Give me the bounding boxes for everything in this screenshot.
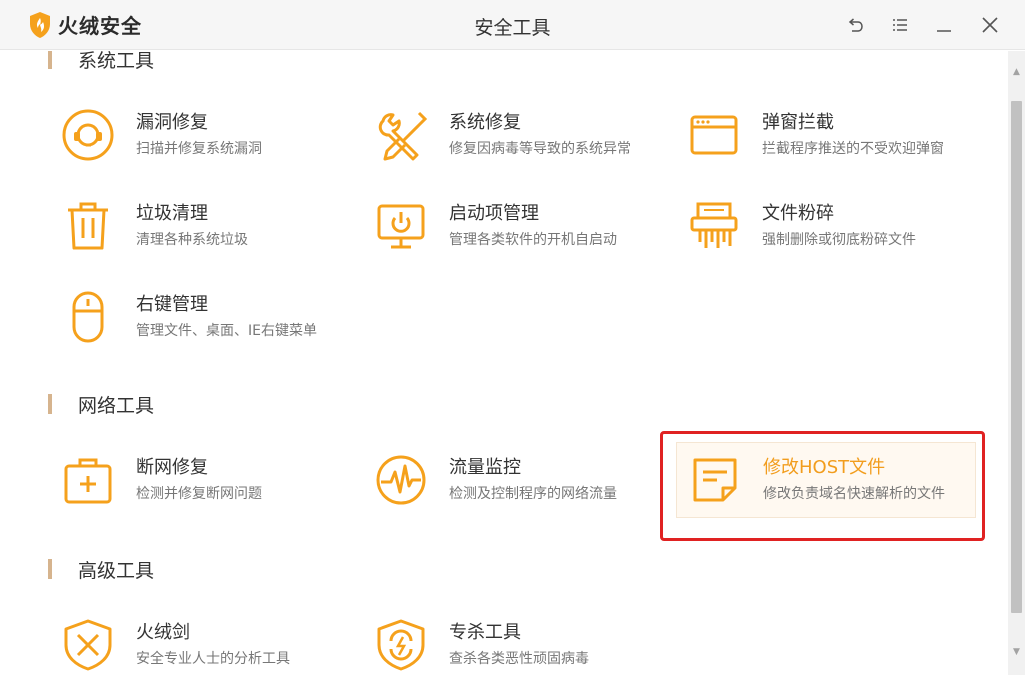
scroll-up-button[interactable]: ▲ xyxy=(1008,63,1025,80)
tool-virus-killer[interactable]: 专杀工具 查杀各类恶性顽固病毒 xyxy=(363,607,663,675)
tool-desc: 清理各种系统垃圾 xyxy=(136,232,248,248)
monitor-power-icon xyxy=(377,204,425,249)
popup-window-icon xyxy=(690,115,738,155)
tool-system-repair[interactable]: 系统修复 修复因病毒等导致的系统异常 xyxy=(363,97,663,173)
tool-name: 修改HOST文件 xyxy=(763,457,886,478)
tool-name: 垃圾清理 xyxy=(136,203,208,224)
minimize-button[interactable] xyxy=(931,12,957,38)
tool-desc: 管理文件、桌面、IE右键菜单 xyxy=(136,323,317,339)
section-advanced-tools: 高级工具 xyxy=(48,558,155,582)
tool-name: 弹窗拦截 xyxy=(762,112,834,133)
virus-shield-icon xyxy=(377,619,425,671)
tool-desc: 检测及控制程序的网络流量 xyxy=(449,486,617,502)
shredder-icon xyxy=(690,202,738,248)
tool-name: 文件粉碎 xyxy=(762,203,834,224)
tool-name: 火绒剑 xyxy=(136,622,190,643)
scroll-down-button[interactable]: ▼ xyxy=(1008,643,1025,660)
minimize-icon xyxy=(937,30,951,32)
tool-startup-manager[interactable]: 启动项管理 管理各类软件的开机自启动 xyxy=(363,188,663,264)
section-system-tools: 系统工具 xyxy=(48,51,155,72)
trash-icon xyxy=(68,202,108,250)
tool-vulnerability-repair[interactable]: 漏洞修复 扫描并修复系统漏洞 xyxy=(50,97,350,173)
menu-icon xyxy=(893,19,907,31)
tool-desc: 强制删除或彻底粉碎文件 xyxy=(762,232,916,248)
tool-desc: 管理各类软件的开机自启动 xyxy=(449,232,617,248)
crossed-swords-shield-icon xyxy=(64,619,112,671)
mouse-icon xyxy=(72,291,104,343)
tool-network-repair[interactable]: 断网修复 检测并修复断网问题 xyxy=(50,442,350,518)
tool-desc: 修改负责域名快速解析的文件 xyxy=(763,486,945,502)
tool-name: 流量监控 xyxy=(449,457,521,478)
tool-desc: 修复因病毒等导致的系统异常 xyxy=(449,141,631,157)
tool-name: 右键管理 xyxy=(136,294,208,315)
tool-name: 漏洞修复 xyxy=(136,112,208,133)
tool-desc: 检测并修复断网问题 xyxy=(136,486,262,502)
section-marker xyxy=(48,51,52,69)
section-marker xyxy=(48,559,52,579)
tool-desc: 查杀各类恶性顽固病毒 xyxy=(449,651,589,667)
close-icon xyxy=(982,17,998,33)
section-title: 网络工具 xyxy=(78,394,155,417)
host-file-icon xyxy=(693,458,737,502)
tool-name: 系统修复 xyxy=(449,112,521,133)
section-title: 高级工具 xyxy=(78,559,155,582)
tool-huorong-sword[interactable]: 火绒剑 安全专业人士的分析工具 xyxy=(50,607,350,675)
window-title: 安全工具 xyxy=(474,17,551,39)
tool-desc: 安全专业人士的分析工具 xyxy=(136,651,290,667)
tool-traffic-monitor[interactable]: 流量监控 检测及控制程序的网络流量 xyxy=(363,442,663,518)
tool-popup-block[interactable]: 弹窗拦截 拦截程序推送的不受欢迎弹窗 xyxy=(676,97,976,173)
back-button[interactable] xyxy=(842,12,868,38)
tool-junk-cleanup[interactable]: 垃圾清理 清理各种系统垃圾 xyxy=(50,188,350,264)
tool-name: 启动项管理 xyxy=(449,203,539,224)
tool-name: 断网修复 xyxy=(136,457,208,478)
section-marker xyxy=(48,394,52,414)
traffic-pulse-icon xyxy=(376,455,426,505)
section-title: 系统工具 xyxy=(78,51,155,72)
back-icon xyxy=(848,18,863,32)
vulnerability-repair-icon xyxy=(62,109,114,161)
section-network-tools: 网络工具 xyxy=(48,393,155,417)
menu-button[interactable] xyxy=(887,12,913,38)
wrench-screwdriver-icon xyxy=(378,111,428,161)
tool-desc: 扫描并修复系统漏洞 xyxy=(136,141,262,157)
first-aid-kit-icon xyxy=(64,458,112,504)
tool-edit-host-file[interactable]: 修改HOST文件 修改负责域名快速解析的文件 xyxy=(676,442,976,518)
tool-file-shredder[interactable]: 文件粉碎 强制删除或彻底粉碎文件 xyxy=(676,188,976,264)
tool-name: 专杀工具 xyxy=(449,622,521,643)
tool-context-menu-manager[interactable]: 右键管理 管理文件、桌面、IE右键菜单 xyxy=(50,279,350,355)
tool-desc: 拦截程序推送的不受欢迎弹窗 xyxy=(762,141,944,157)
tools-panel: 系统工具 漏洞修复 扫描并修复系统漏洞 系统修复 修复因病毒等导致的系统异常 弹… xyxy=(0,51,1008,675)
close-button[interactable] xyxy=(977,12,1003,38)
scroll-thumb[interactable] xyxy=(1011,101,1022,613)
vertical-scrollbar[interactable]: ▲ ▼ xyxy=(1008,51,1025,675)
title-bar: 火绒安全 安全工具 xyxy=(0,0,1025,50)
